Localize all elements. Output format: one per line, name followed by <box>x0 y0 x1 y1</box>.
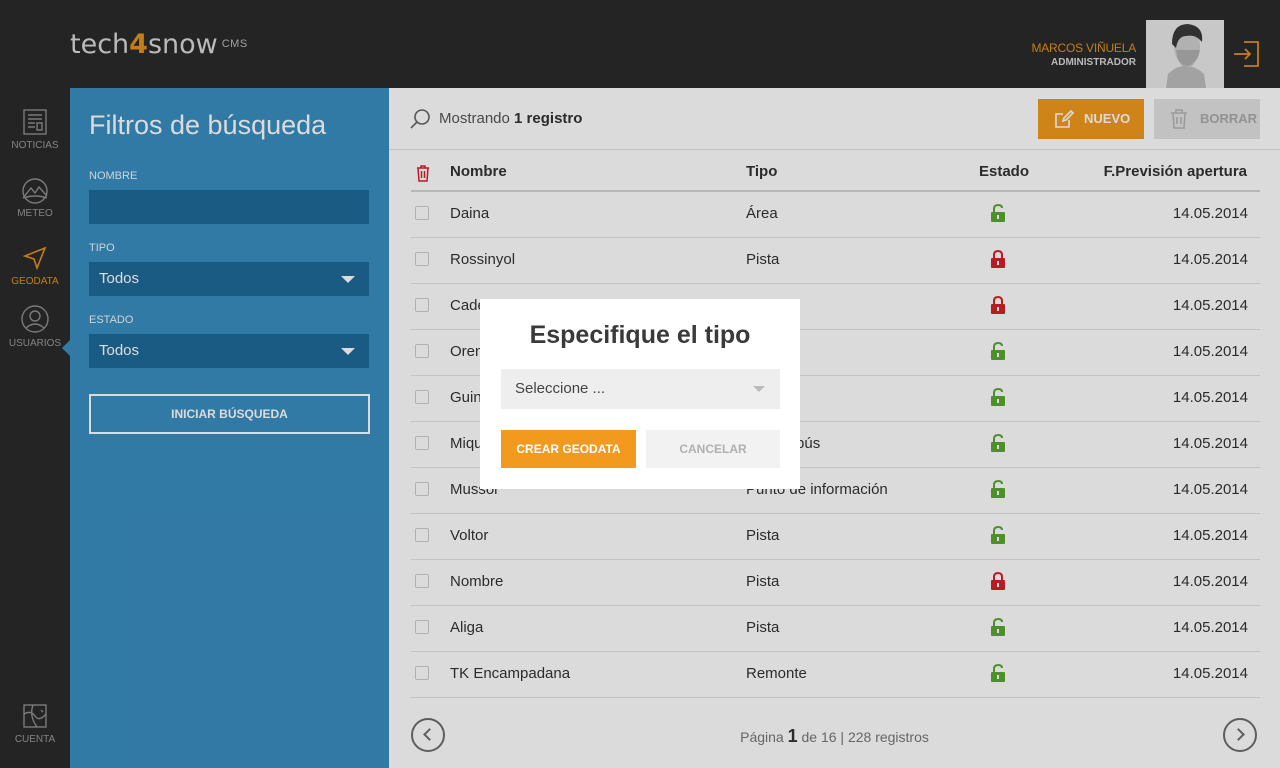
specify-type-dialog: Especifique el tipo Seleccione ... CREAR… <box>480 299 800 489</box>
dialog-title: Especifique el tipo <box>529 321 751 349</box>
chevron-down-icon <box>753 386 765 392</box>
geodata-type-select[interactable]: Seleccione ... <box>501 369 780 409</box>
type-select-placeholder: Seleccione ... <box>515 380 606 397</box>
cancel-button[interactable]: CANCELAR <box>646 430 780 468</box>
create-geodata-button[interactable]: CREAR GEODATA <box>501 430 636 468</box>
